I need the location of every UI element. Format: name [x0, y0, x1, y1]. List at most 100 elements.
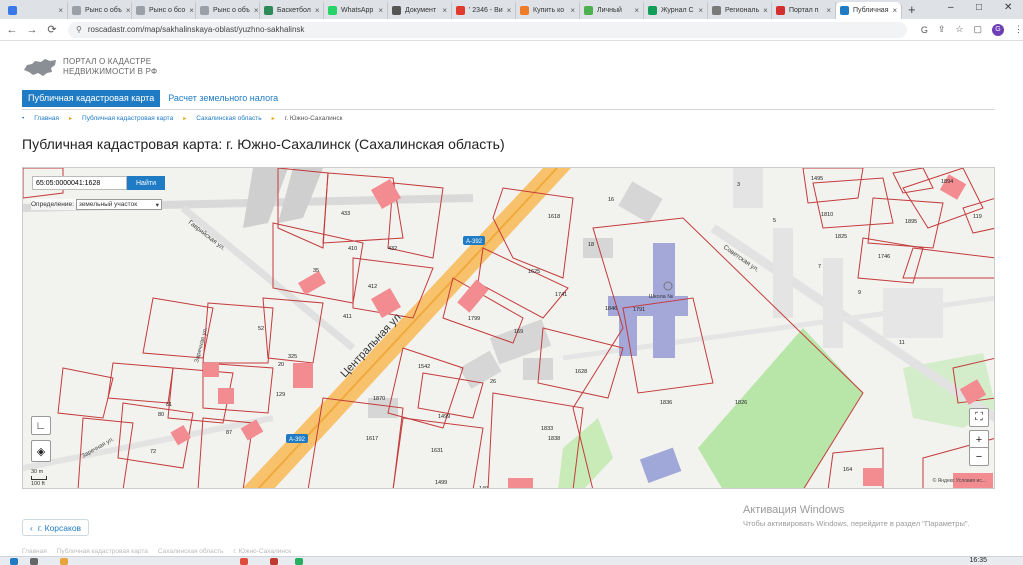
- zoom-out-button[interactable]: −: [969, 447, 989, 466]
- parcel-number[interactable]: 169: [514, 329, 523, 335]
- parcel-number[interactable]: 80: [158, 412, 164, 418]
- browser-tab[interactable]: WhatsApp ×: [324, 2, 388, 19]
- parcel-number[interactable]: 433: [341, 211, 350, 217]
- cadastral-number-input[interactable]: [32, 176, 127, 190]
- parcel-number[interactable]: 1894: [941, 179, 953, 185]
- tab-close-icon[interactable]: ×: [826, 6, 831, 15]
- parcel-number[interactable]: 87: [226, 430, 232, 436]
- bookmark-star-icon[interactable]: ☆: [955, 24, 963, 35]
- parcel-number[interactable]: 1870: [373, 396, 385, 402]
- parcel-number[interactable]: 411: [343, 314, 352, 320]
- menu-kebab-icon[interactable]: ⋮: [1014, 24, 1023, 35]
- nav-land-tax[interactable]: Расчет земельного налога: [160, 90, 286, 106]
- browser-tab[interactable]: Публичная ×: [836, 2, 902, 19]
- parcel-number[interactable]: 11: [899, 340, 905, 346]
- back-arrow-icon[interactable]: ←: [4, 24, 20, 36]
- browser-tab[interactable]: Рынс о бсо ×: [132, 2, 196, 19]
- tab-close-icon[interactable]: ×: [315, 6, 320, 15]
- parcel-number[interactable]: 52: [258, 326, 264, 332]
- tab-close-icon[interactable]: ×: [893, 6, 898, 15]
- layers-button[interactable]: ◈: [31, 440, 51, 462]
- forward-arrow-icon[interactable]: →: [24, 24, 40, 36]
- app-icon[interactable]: [295, 558, 303, 565]
- tab-close-icon[interactable]: ×: [442, 6, 447, 15]
- parcel-number[interactable]: 1799: [468, 316, 480, 322]
- app-icon[interactable]: [270, 558, 278, 565]
- browser-tab[interactable]: Баскетбол ×: [260, 2, 324, 19]
- tab-close-icon[interactable]: ×: [634, 6, 639, 15]
- parcel-number[interactable]: 1833: [541, 426, 553, 432]
- nav-cadastral-map[interactable]: Публичная кадастровая карта: [22, 90, 161, 107]
- parcel-number[interactable]: 1499: [435, 480, 447, 486]
- tab-close-icon[interactable]: ×: [763, 6, 768, 15]
- parcel-number[interactable]: 1846: [605, 306, 617, 312]
- definition-select[interactable]: земельный участок ▾: [75, 199, 162, 210]
- fullscreen-button[interactable]: ⛶: [969, 408, 989, 427]
- parcel-number[interactable]: 1617: [366, 436, 378, 442]
- search-icon[interactable]: [30, 558, 38, 565]
- chrome-icon[interactable]: [240, 558, 248, 565]
- parcel-number[interactable]: 129: [276, 392, 285, 398]
- breadcrumb-map[interactable]: Публичная кадастровая карта: [82, 115, 173, 122]
- close-window-icon[interactable]: ✕: [1004, 2, 1012, 13]
- tab-close-icon[interactable]: ×: [698, 6, 703, 15]
- parcel-number[interactable]: 1628: [575, 369, 587, 375]
- parcel-number[interactable]: 1838: [548, 436, 560, 442]
- parcel-number[interactable]: 410: [348, 246, 357, 252]
- parcel-number[interactable]: 1499: [438, 414, 450, 420]
- parcel-number[interactable]: 20: [278, 362, 284, 368]
- share-icon[interactable]: ⇪: [938, 24, 946, 35]
- browser-tab[interactable]: Личный ×: [580, 2, 644, 19]
- parcel-number[interactable]: 9: [858, 290, 861, 296]
- tab-close-icon[interactable]: ×: [126, 6, 131, 15]
- parcel-number[interactable]: 164: [843, 467, 852, 473]
- tab-close-icon[interactable]: ×: [189, 6, 194, 15]
- browser-tab[interactable]: Рынс о объ ×: [196, 2, 260, 19]
- tab-close-icon[interactable]: ×: [254, 6, 259, 15]
- parcel-number[interactable]: 81: [166, 402, 172, 408]
- parcel-number[interactable]: 1825: [835, 234, 847, 240]
- reload-icon[interactable]: ⟳: [44, 23, 60, 36]
- ruler-tool-button[interactable]: ∟: [31, 416, 51, 435]
- site-info-icon[interactable]: ⚲: [76, 25, 82, 34]
- parcel-number[interactable]: 1631: [431, 448, 443, 454]
- map-canvas[interactable]: 1618162517411799169162815421833183818261…: [23, 168, 995, 489]
- parcel-number[interactable]: 1826: [735, 400, 747, 406]
- find-button[interactable]: Найти: [127, 176, 165, 190]
- site-logo[interactable]: ПОРТАЛ О КАДАСТРЕ НЕДВИЖИМОСТИ В РФ: [23, 56, 157, 78]
- start-icon[interactable]: [10, 558, 18, 565]
- breadcrumb-home[interactable]: Главная: [34, 115, 59, 122]
- previous-city-button[interactable]: ‹ г. Корсаков: [22, 519, 90, 536]
- parcel-number[interactable]: 1791: [633, 307, 645, 313]
- browser-tab[interactable]: Рынс о объ ×: [68, 2, 132, 19]
- maximize-icon[interactable]: □: [976, 2, 982, 13]
- parcel-number[interactable]: 1836: [660, 400, 672, 406]
- parcel-number[interactable]: 1810: [821, 212, 833, 218]
- parcel-number[interactable]: 26: [490, 379, 496, 385]
- parcel-number[interactable]: 1741: [555, 292, 567, 298]
- parcel-number[interactable]: 432: [388, 246, 397, 252]
- parcel-number[interactable]: 16: [608, 197, 614, 203]
- parcel-number[interactable]: 72: [150, 449, 156, 455]
- parcel-number[interactable]: 149: [479, 486, 488, 489]
- parcel-number[interactable]: 35: [313, 268, 319, 274]
- browser-tab[interactable]: ×: [4, 2, 68, 19]
- url-field[interactable]: ⚲ roscadastr.com/map/sakhalinskaya-oblas…: [68, 21, 907, 38]
- parcel-number[interactable]: 1618: [548, 214, 560, 220]
- browser-tab[interactable]: Купить ко ×: [516, 2, 580, 19]
- google-icon[interactable]: G: [921, 25, 928, 35]
- parcel-number[interactable]: 3: [737, 182, 740, 188]
- side-panel-icon[interactable]: ▢: [973, 24, 982, 35]
- parcel-number[interactable]: 1542: [418, 364, 430, 370]
- browser-tab[interactable]: Региональ ×: [708, 2, 772, 19]
- tab-close-icon[interactable]: ×: [570, 6, 575, 15]
- breadcrumb-region[interactable]: Сахалинская область: [196, 115, 261, 122]
- parcel-number[interactable]: 5: [773, 218, 776, 224]
- map-copyright[interactable]: © Яндекс Условия ис...: [933, 478, 986, 484]
- browser-tab[interactable]: ' 2346 - Ви ×: [452, 2, 516, 19]
- parcel-number[interactable]: 412: [368, 284, 377, 290]
- parcel-number[interactable]: 7: [818, 264, 821, 270]
- parcel-number[interactable]: 1746: [878, 254, 890, 260]
- cadastral-map[interactable]: 1618 1625 1741 1799 169 1628 1542 1833 1838 1826 1…: [22, 167, 995, 489]
- new-tab-button[interactable]: +: [908, 2, 916, 17]
